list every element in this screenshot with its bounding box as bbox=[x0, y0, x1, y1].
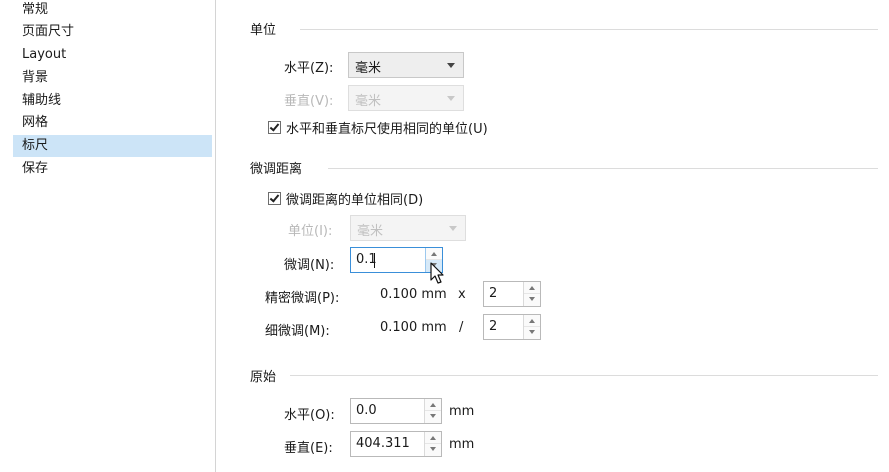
units-vertical-value: 毫米 bbox=[355, 94, 382, 109]
origin-divider bbox=[290, 375, 878, 376]
nudge-unit-value: 毫米 bbox=[357, 224, 384, 239]
chevron-down-icon bbox=[447, 96, 455, 101]
super-nudge-spin-buttons[interactable] bbox=[523, 282, 540, 306]
micro-nudge-label: 细微调(M): bbox=[265, 324, 330, 339]
origin-horizontal-spin-buttons[interactable] bbox=[424, 399, 441, 423]
super-nudge-factor-spinbox[interactable]: 2 bbox=[483, 281, 541, 307]
checkmark-icon bbox=[269, 121, 280, 132]
spin-divider bbox=[524, 326, 540, 327]
origin-horizontal-unit: mm bbox=[449, 404, 475, 419]
nudge-unit-select[interactable]: 毫米 bbox=[350, 215, 466, 241]
nav-item-save[interactable]: 保存 bbox=[13, 158, 212, 180]
origin-horizontal-input[interactable]: 0.0 bbox=[356, 403, 377, 418]
nav-item-page-size[interactable]: 页面尺寸 bbox=[13, 21, 212, 43]
micro-nudge-factor-spinbox[interactable]: 2 bbox=[483, 314, 541, 340]
units-horizontal-value: 毫米 bbox=[355, 61, 382, 76]
micro-nudge-spin-buttons[interactable] bbox=[523, 315, 540, 339]
nav-item-rulers[interactable]: 标尺 bbox=[13, 135, 212, 157]
origin-vertical-label: 垂直(E): bbox=[284, 441, 333, 456]
nudge-same-units-checkbox[interactable] bbox=[268, 192, 281, 205]
spin-divider bbox=[426, 259, 442, 260]
nudge-same-units-label[interactable]: 微调距离的单位相同(D) bbox=[286, 189, 423, 208]
origin-horizontal-spinbox[interactable]: 0.0 bbox=[350, 398, 442, 424]
super-nudge-value: 0.100 mm bbox=[380, 287, 447, 302]
same-units-label[interactable]: 水平和垂直标尺使用相同的单位(U) bbox=[286, 118, 488, 137]
chevron-down-icon bbox=[449, 226, 457, 231]
spin-down-icon[interactable] bbox=[529, 330, 535, 334]
spin-up-icon[interactable] bbox=[431, 252, 437, 256]
nav-item-background[interactable]: 背景 bbox=[13, 67, 212, 89]
same-units-checkbox[interactable] bbox=[268, 121, 281, 134]
options-nav-panel: 常规 页面尺寸 Layout 背景 辅助线 网格 标尺 保存 bbox=[0, 0, 216, 472]
spin-up-icon[interactable] bbox=[430, 403, 436, 407]
chevron-down-icon bbox=[447, 63, 455, 68]
origin-vertical-unit: mm bbox=[449, 437, 475, 452]
nav-item-layout[interactable]: Layout bbox=[13, 44, 212, 66]
nudge-divider bbox=[328, 168, 878, 169]
spin-down-icon[interactable] bbox=[430, 414, 436, 418]
micro-nudge-operator: / bbox=[459, 320, 464, 335]
origin-vertical-input[interactable]: 404.311 bbox=[356, 436, 410, 451]
nudge-unit-label: 单位(I): bbox=[288, 224, 333, 239]
nav-item-guidelines[interactable]: 辅助线 bbox=[13, 90, 212, 112]
units-horizontal-select[interactable]: 毫米 bbox=[348, 52, 464, 78]
super-nudge-factor-input[interactable]: 2 bbox=[489, 286, 497, 301]
spin-up-icon[interactable] bbox=[529, 286, 535, 290]
origin-horizontal-label: 水平(O): bbox=[284, 408, 335, 423]
nav-item-general[interactable]: 常规 bbox=[13, 0, 212, 21]
text-caret bbox=[374, 253, 375, 268]
nudge-label: 微调(N): bbox=[284, 258, 335, 273]
micro-nudge-value: 0.100 mm bbox=[380, 320, 447, 335]
units-horizontal-label: 水平(Z): bbox=[284, 61, 334, 76]
spin-up-icon[interactable] bbox=[529, 319, 535, 323]
units-vertical-select[interactable]: 毫米 bbox=[348, 85, 464, 111]
spin-down-icon[interactable] bbox=[430, 447, 436, 451]
origin-vertical-spinbox[interactable]: 404.311 bbox=[350, 431, 442, 457]
mouse-pointer-icon bbox=[430, 262, 444, 284]
spin-divider bbox=[425, 410, 441, 411]
units-vertical-label: 垂直(V): bbox=[284, 94, 334, 109]
nudge-section-title: 微调距离 bbox=[250, 162, 303, 177]
nav-item-grid[interactable]: 网格 bbox=[13, 112, 212, 134]
rulers-settings-panel: 单位 水平(Z): 毫米 垂直(V): 毫米 水平和垂直标尺使用相同的单位(U)… bbox=[217, 0, 889, 472]
origin-vertical-spin-buttons[interactable] bbox=[424, 432, 441, 456]
spin-down-icon[interactable] bbox=[529, 297, 535, 301]
micro-nudge-factor-input[interactable]: 2 bbox=[489, 319, 497, 334]
units-divider bbox=[300, 29, 878, 30]
spin-divider bbox=[425, 443, 441, 444]
super-nudge-label: 精密微调(P): bbox=[265, 291, 340, 306]
checkmark-icon bbox=[269, 192, 280, 203]
super-nudge-operator: x bbox=[458, 287, 466, 302]
origin-section-title: 原始 bbox=[250, 370, 277, 385]
spin-divider bbox=[524, 293, 540, 294]
units-section-title: 单位 bbox=[250, 23, 277, 38]
spin-up-icon[interactable] bbox=[430, 436, 436, 440]
